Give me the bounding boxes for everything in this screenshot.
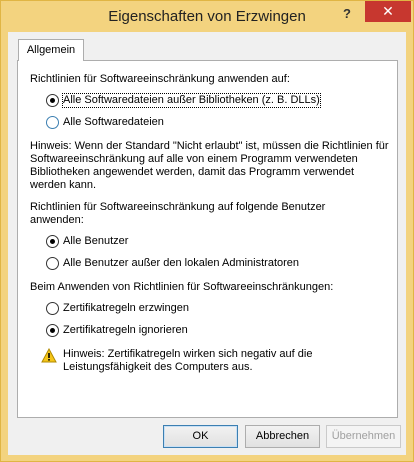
ok-button[interactable]: OK <box>163 425 238 448</box>
dialog-window: Eigenschaften von Erzwingen ? ✕ Allgemei… <box>0 0 414 462</box>
radio-all-except-libraries-label[interactable]: Alle Softwaredateien außer Bibliotheken … <box>62 93 321 108</box>
radio-all-users-label[interactable]: Alle Benutzer <box>63 235 128 248</box>
radio-all-files-label[interactable]: Alle Softwaredateien <box>63 116 164 129</box>
tab-allgemein[interactable]: Allgemein <box>18 39 84 61</box>
radio-all-except-admins[interactable] <box>46 257 59 270</box>
radio-all-files[interactable] <box>46 116 59 129</box>
cert-section-label: Beim Anwenden von Richtlinien für Softwa… <box>30 281 334 293</box>
cert-warning-text: Hinweis: Zertifikatregeln wirken sich ne… <box>63 348 313 373</box>
close-button[interactable]: ✕ <box>365 1 411 22</box>
radio-all-users[interactable] <box>46 235 59 248</box>
apply-hint-text: Hinweis: Wenn der Standard "Nicht erlaub… <box>30 140 389 191</box>
cancel-button[interactable]: Abbrechen <box>245 425 320 448</box>
radio-enforce-cert-rules[interactable] <box>46 302 59 315</box>
apply-section-label: Richtlinien für Softwareeinschränkung an… <box>30 73 290 85</box>
dialog-client-area: Allgemein Richtlinien für Softwareeinsch… <box>8 32 406 455</box>
users-section-label: Richtlinien für Softwareeinschränkung au… <box>30 201 326 226</box>
radio-all-except-libraries[interactable] <box>46 94 59 107</box>
radio-enforce-cert-rules-label[interactable]: Zertifikatregeln erzwingen <box>63 302 189 315</box>
apply-button[interactable]: Übernehmen <box>326 425 401 448</box>
title-bar[interactable]: Eigenschaften von Erzwingen ? ✕ <box>1 1 413 32</box>
warning-icon <box>41 348 57 363</box>
radio-ignore-cert-rules-label[interactable]: Zertifikatregeln ignorieren <box>63 324 188 337</box>
help-button[interactable]: ? <box>335 4 359 24</box>
tab-panel-allgemein: Richtlinien für Softwareeinschränkung an… <box>17 60 398 418</box>
radio-all-except-admins-label[interactable]: Alle Benutzer außer den lokalen Administ… <box>63 257 299 270</box>
radio-ignore-cert-rules[interactable] <box>46 324 59 337</box>
